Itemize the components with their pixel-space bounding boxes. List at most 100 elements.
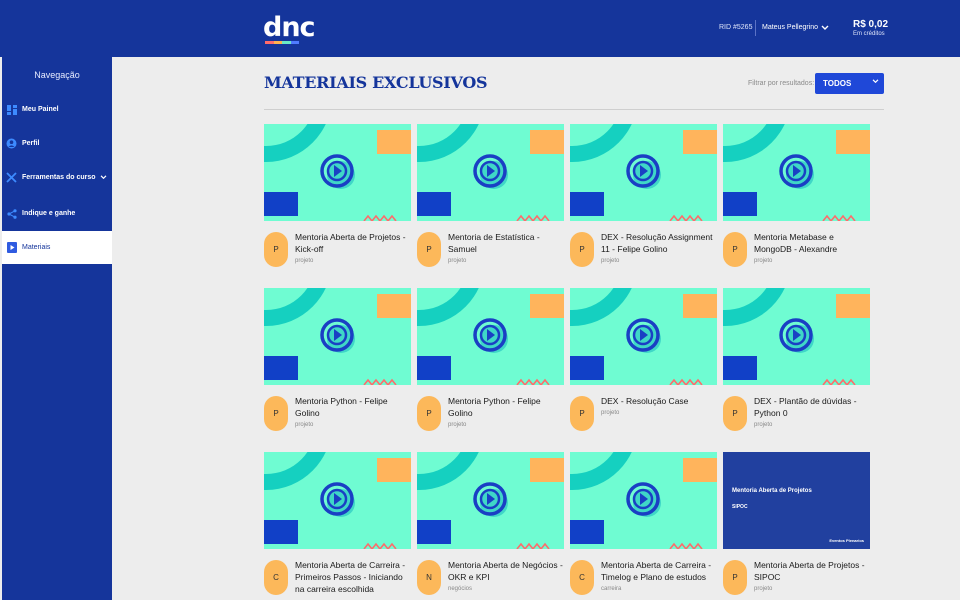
video-thumbnail[interactable] [417,452,564,549]
sidebar-item-label: Ferramentas do curso [22,174,96,181]
card-category-tag: projeto [754,258,773,264]
dashboard-icon [6,104,17,115]
page-title: MATERIAIS EXCLUSIVOS [264,73,488,92]
filter-label: Filtrar por resultados: [748,80,815,87]
play-video-icon [723,288,870,385]
sidebar-item-label: Meu Painel [22,106,59,113]
video-thumbnail[interactable] [570,288,717,385]
user-menu[interactable]: Mateus Pellegrino [762,24,829,31]
category-avatar: C [264,560,288,595]
thumbnail-subtitle: SIPOC [732,504,748,510]
card-title[interactable]: Mentoria Aberta de Projetos - Kick-off [295,231,411,255]
material-card[interactable]: P Mentoria Aberta de Projetos - Kick-off p… [264,124,411,267]
card-title[interactable]: Mentoria Aberta de Carreira - Timelog e … [601,559,717,583]
material-card[interactable]: P Mentoria de Estatística - Samuel projeto [417,124,564,267]
card-category-tag: carreira [601,586,622,592]
video-thumbnail[interactable] [264,452,411,549]
chevron-down-icon [872,79,879,84]
play-video-icon [264,452,411,549]
header-separator [755,20,756,36]
video-thumbnail[interactable] [570,452,717,549]
filter-selected-value: TODOS [823,79,852,88]
video-thumbnail[interactable] [417,124,564,221]
play-icon [6,242,17,253]
play-video-icon [264,288,411,385]
sidebar-item-materiais[interactable]: Materiais [2,231,112,264]
video-thumbnail[interactable] [570,124,717,221]
material-card[interactable]: P DEX - Resolução Assignment 11 - Felipe … [570,124,717,267]
credits-amount: R$ 0,02 [853,19,889,30]
sidebar-item-ferramentas[interactable]: Ferramentas do curso [2,161,112,194]
card-category-tag: negócios [448,586,473,592]
card-title[interactable]: DEX - Plantão de dúvidas - Python 0 [754,395,870,419]
material-card[interactable]: P DEX - Resolução Case projeto [570,288,717,431]
play-video-icon [264,124,411,221]
material-card[interactable]: C Mentoria Aberta de Carreira - Primeiros… [264,452,411,595]
material-card[interactable]: Mentoria Aberta de Projetos SIPOC Eventos … [723,452,870,595]
material-card[interactable]: C Mentoria Aberta de Carreira - Timelog e… [570,452,717,595]
card-title[interactable]: Mentoria Aberta de Projetos - SIPOC [754,559,870,583]
video-thumbnail[interactable] [723,288,870,385]
sidebar-item-label: Indique e ganhe [22,210,76,217]
card-title[interactable]: Mentoria Aberta de Carreira - Primeiros … [295,559,411,595]
header-divider [264,109,884,110]
card-category-tag: projeto [754,586,773,592]
card-category-tag: projeto [601,410,620,416]
category-avatar: P [723,396,747,431]
tools-icon [6,172,17,183]
card-title[interactable]: DEX - Resolução Assignment 11 - Felipe G… [601,231,717,255]
thumbnail-text-panel: Mentoria Aberta de Projetos SIPOC Eventos … [723,452,870,549]
category-avatar: P [723,560,747,595]
chevron-down-icon [100,175,106,180]
profile-icon [6,138,17,149]
category-avatar: N [417,560,441,595]
play-video-icon [570,452,717,549]
category-avatar: C [570,560,594,595]
category-avatar: P [723,232,747,267]
credits-label: Em créditos [853,31,885,37]
rid-label: RID #5265 [719,24,753,31]
material-card[interactable]: P Mentoria Python - Felipe Golino projeto [417,288,564,431]
video-thumbnail[interactable]: Mentoria Aberta de Projetos SIPOC Eventos … [723,452,870,549]
play-video-icon [417,452,564,549]
top-header: dnc RID #5265 Mateus Pellegrino R$ 0,02 … [0,0,960,57]
category-avatar: P [417,396,441,431]
video-thumbnail[interactable] [264,124,411,221]
card-title[interactable]: Mentoria de Estatística - Samuel [448,231,564,255]
card-category-tag: projeto [448,422,467,428]
video-thumbnail[interactable] [417,288,564,385]
material-card[interactable]: N Mentoria Aberta de Negócios - OKR e KPI… [417,452,564,595]
card-title[interactable]: DEX - Resolução Case [601,395,717,407]
play-video-icon [417,124,564,221]
sidebar-item-label: Perfil [22,140,40,147]
card-category-tag: projeto [754,422,773,428]
chevron-down-icon [821,25,829,30]
share-icon [6,208,17,219]
sidebar-item-indique[interactable]: Indique e ganhe [2,197,112,230]
sidebar-item-label: Materiais [22,244,51,251]
material-card[interactable]: P Mentoria Python - Felipe Golino projeto [264,288,411,431]
video-thumbnail[interactable] [264,288,411,385]
thumbnail-footer: Eventos Plenarios [829,538,864,543]
card-category-tag: projeto [295,422,314,428]
category-avatar: P [264,396,288,431]
material-card[interactable]: P Mentoria Metabase e MongoDB - Alexandre… [723,124,870,267]
video-thumbnail[interactable] [723,124,870,221]
category-avatar: P [570,232,594,267]
sidebar-item-perfil[interactable]: Perfil [2,127,112,160]
card-title[interactable]: Mentoria Python - Felipe Golino [295,395,411,419]
card-title[interactable]: Mentoria Aberta de Negócios - OKR e KPI [448,559,564,583]
user-name: Mateus Pellegrino [762,24,819,31]
card-category-tag: projeto [601,258,620,264]
play-video-icon [570,124,717,221]
play-video-icon [570,288,717,385]
sidebar-item-meu-painel[interactable]: Meu Painel [2,93,112,126]
thumbnail-title: Mentoria Aberta de Projetos [732,488,812,494]
filter-select[interactable]: TODOS [815,73,884,94]
material-card[interactable]: P DEX - Plantão de dúvidas - Python 0 proj… [723,288,870,431]
play-video-icon [723,124,870,221]
play-video-icon [417,288,564,385]
dnc-logo[interactable]: dnc [263,12,316,43]
card-title[interactable]: Mentoria Python - Felipe Golino [448,395,564,419]
card-title[interactable]: Mentoria Metabase e MongoDB - Alexandre [754,231,870,255]
